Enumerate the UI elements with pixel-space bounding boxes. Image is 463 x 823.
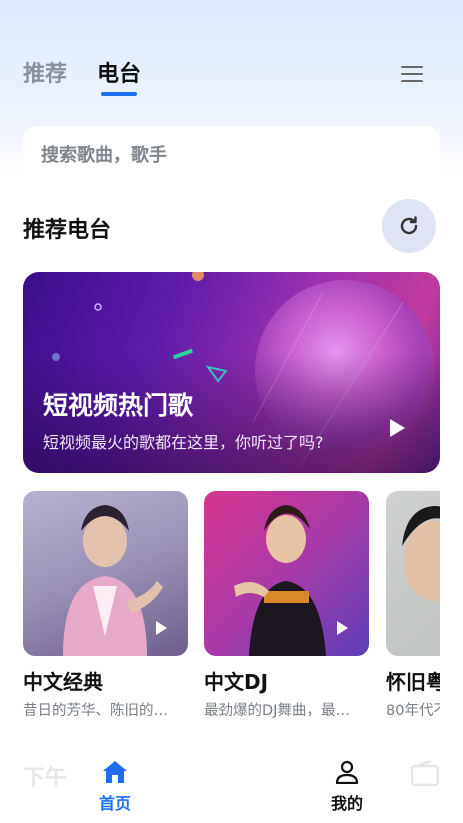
- card-subtitle: 昔日的芳华、陈旧的…: [23, 703, 168, 719]
- card-cantonese-oldies[interactable]: 怀旧粤 80年代不: [386, 491, 440, 720]
- card-subtitle: 80年代不: [386, 703, 440, 719]
- tab-radio[interactable]: 电台: [97, 56, 141, 96]
- card-chinese-dj[interactable]: 中文DJ 最劲爆的DJ舞曲，最…: [204, 491, 369, 720]
- card-chinese-classic[interactable]: 中文经典 昔日的芳华、陈旧的…: [23, 491, 188, 720]
- card-cover: [386, 491, 440, 656]
- featured-banner[interactable]: 短视频热门歌 短视频最火的歌都在这里，你听过了吗?: [23, 272, 440, 473]
- artist-photo: [402, 506, 440, 601]
- refresh-button[interactable]: [382, 199, 436, 253]
- card-subtitle: 最劲爆的DJ舞曲，最…: [204, 703, 350, 719]
- play-icon[interactable]: [387, 417, 407, 439]
- user-icon: [335, 760, 359, 785]
- card-cover: [23, 491, 188, 656]
- top-tabs: 推荐 电台: [23, 56, 141, 96]
- search-input[interactable]: 搜索歌曲，歌手: [23, 126, 440, 178]
- card-cover: [204, 491, 369, 656]
- nav-mine-label: 我的: [330, 794, 363, 813]
- tab-recommend[interactable]: 推荐: [23, 56, 67, 88]
- nav-mine[interactable]: 我的: [312, 760, 382, 814]
- bottom-nav: 首页 我的: [0, 748, 463, 823]
- refresh-icon: [400, 216, 418, 235]
- home-icon: [103, 761, 127, 783]
- nav-home[interactable]: 首页: [80, 760, 150, 814]
- banner-subtitle: 短视频最火的歌都在这里，你听过了吗?: [43, 433, 324, 452]
- card-title: 中文DJ: [204, 670, 269, 694]
- nav-home-label: 首页: [98, 794, 131, 813]
- card-title: 怀旧粤: [386, 670, 440, 694]
- play-icon[interactable]: [335, 620, 349, 636]
- section-title: 推荐电台: [23, 218, 112, 243]
- menu-icon[interactable]: [401, 66, 423, 83]
- card-title: 中文经典: [23, 670, 103, 694]
- radio-cards: 中文经典 昔日的芳华、陈旧的… 中文DJ 最劲爆的DJ舞曲，最… 怀旧粤 80年…: [23, 491, 440, 721]
- banner-title: 短视频热门歌: [43, 391, 194, 420]
- play-icon[interactable]: [154, 620, 168, 636]
